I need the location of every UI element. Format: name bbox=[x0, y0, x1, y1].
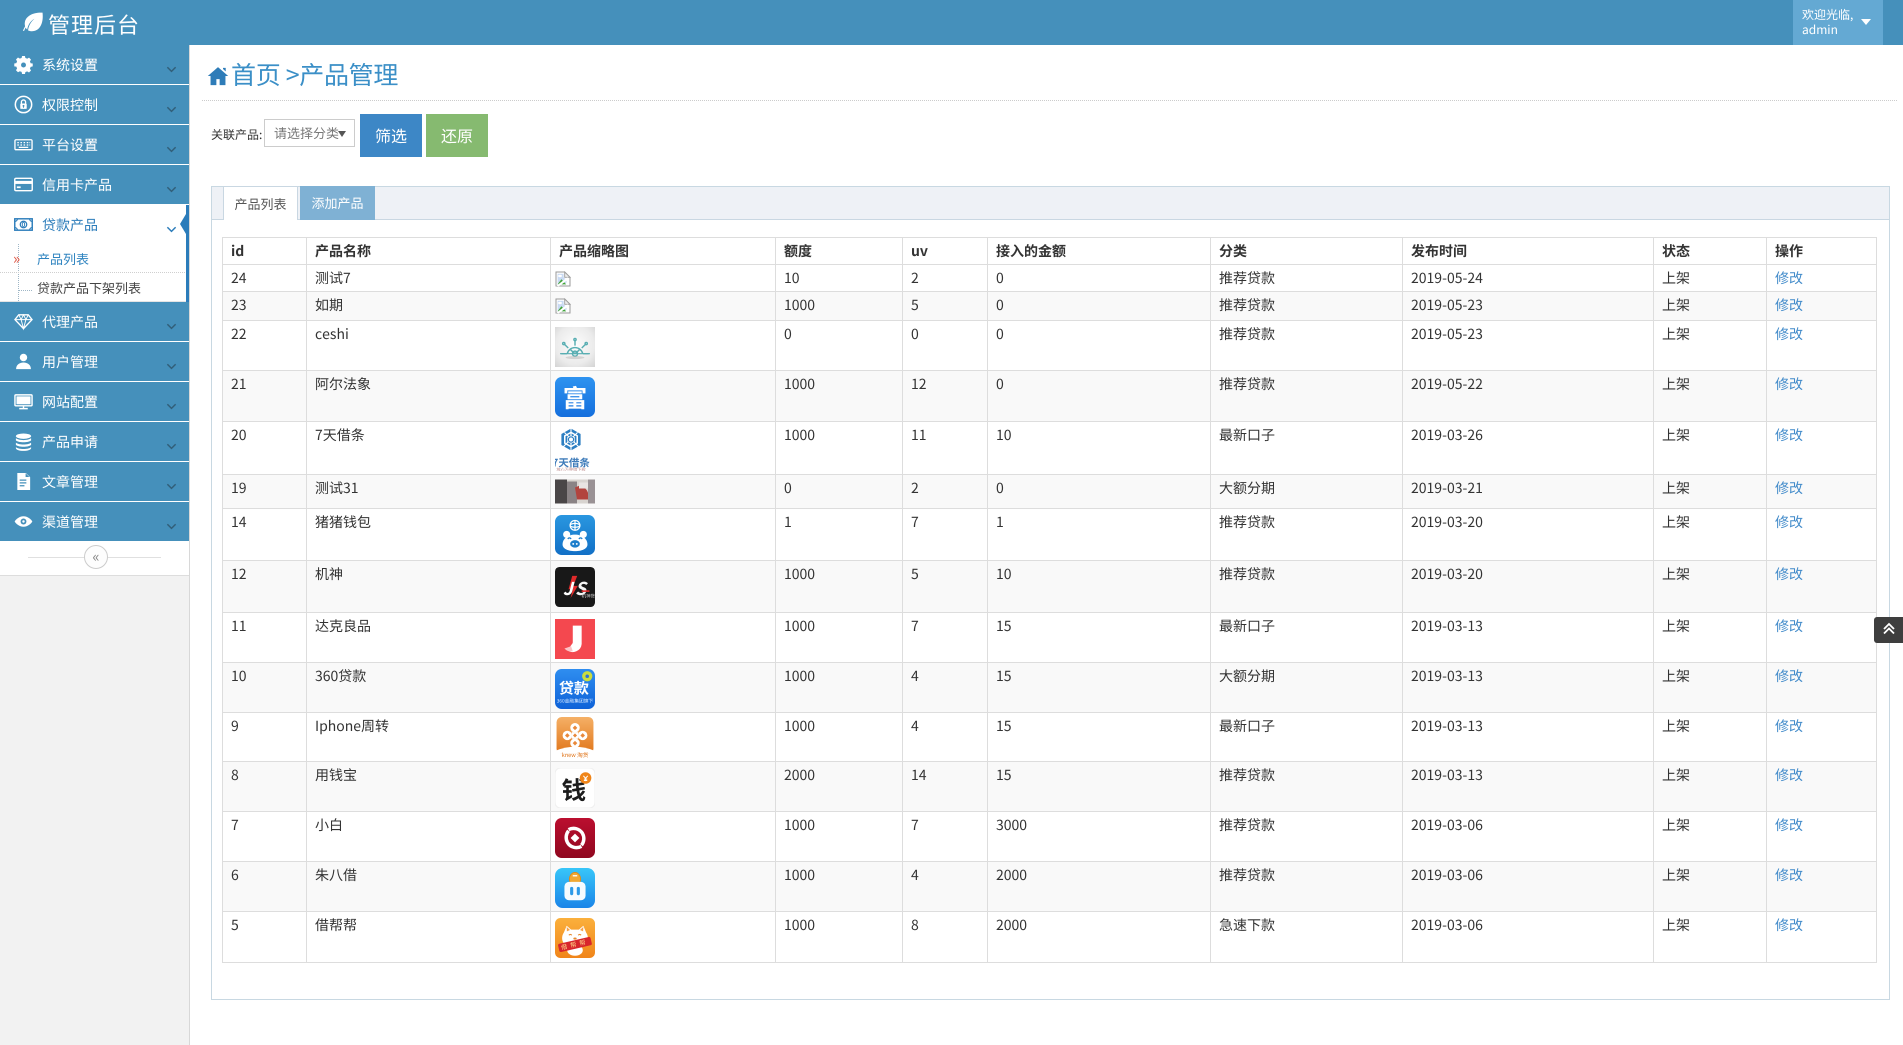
svg-text:360金融集团旗下: 360金融集团旗下 bbox=[557, 697, 594, 704]
svg-text:贷款: 贷款 bbox=[559, 677, 589, 698]
svg-text:机神贷款: 机神贷款 bbox=[582, 594, 595, 600]
svg-text:富: 富 bbox=[563, 380, 587, 415]
svg-text:knew 淘货: knew 淘货 bbox=[562, 750, 589, 758]
svg-text:0: 0 bbox=[22, 219, 26, 229]
svg-text:放心万整借下款: 放心万整借下款 bbox=[556, 467, 586, 471]
